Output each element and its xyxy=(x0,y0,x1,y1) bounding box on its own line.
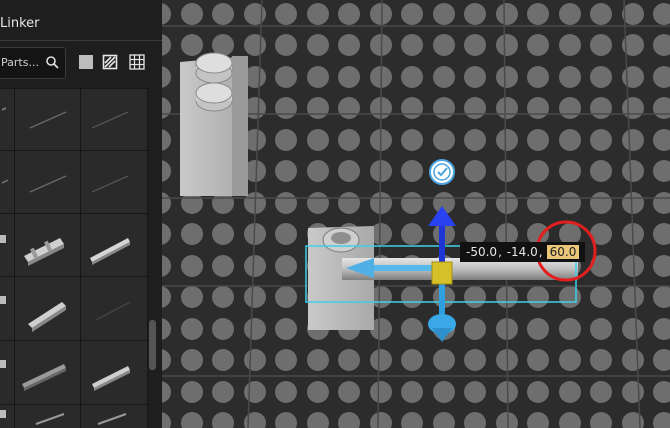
part-thumbnail[interactable] xyxy=(1,107,7,111)
part-thumbnail[interactable] xyxy=(29,175,67,193)
part-thumbnail[interactable] xyxy=(24,238,64,266)
part-thumbnail[interactable] xyxy=(91,175,129,193)
coordinate-readout: -50.0, -14.0, 60.0 xyxy=(460,242,586,262)
part-thumbnail[interactable] xyxy=(92,366,130,391)
part-thumbnail[interactable] xyxy=(95,301,131,321)
brick-1x2-tall[interactable] xyxy=(180,52,248,196)
part-thumbnail[interactable] xyxy=(97,413,127,425)
part-thumbnail[interactable] xyxy=(0,296,6,304)
coord-z-field[interactable]: 60.0 xyxy=(546,245,580,259)
baseplate xyxy=(162,0,670,428)
part-thumbnail[interactable] xyxy=(0,410,6,418)
part-thumbnail[interactable] xyxy=(0,360,6,368)
3d-viewport[interactable] xyxy=(162,0,670,428)
app-title: Linker xyxy=(0,16,40,31)
sidebar-scrollbar[interactable] xyxy=(149,320,156,370)
parts-search-field[interactable]: Parts... xyxy=(0,47,66,79)
part-thumbnail[interactable] xyxy=(1,179,9,184)
coord-y: -14.0 xyxy=(506,245,538,259)
part-thumbnail[interactable] xyxy=(29,111,67,129)
parts-sidebar: Linker Parts... xyxy=(0,0,163,428)
divider xyxy=(0,40,162,41)
coord-x: -50.0 xyxy=(466,245,498,259)
search-input[interactable]: Parts... xyxy=(1,56,39,69)
part-thumbnail[interactable] xyxy=(90,238,130,265)
part-thumbnail[interactable] xyxy=(91,111,129,129)
search-icon[interactable] xyxy=(46,56,59,69)
grid-icon[interactable] xyxy=(129,54,145,70)
part-thumbnail[interactable] xyxy=(0,235,6,243)
hatched-square-icon[interactable] xyxy=(102,54,118,70)
part-thumbnail[interactable] xyxy=(35,413,65,425)
checkmark-icon[interactable] xyxy=(429,159,455,185)
part-thumbnail[interactable] xyxy=(22,364,66,391)
solid-square-icon[interactable] xyxy=(78,54,94,70)
part-thumbnail[interactable] xyxy=(28,302,66,332)
